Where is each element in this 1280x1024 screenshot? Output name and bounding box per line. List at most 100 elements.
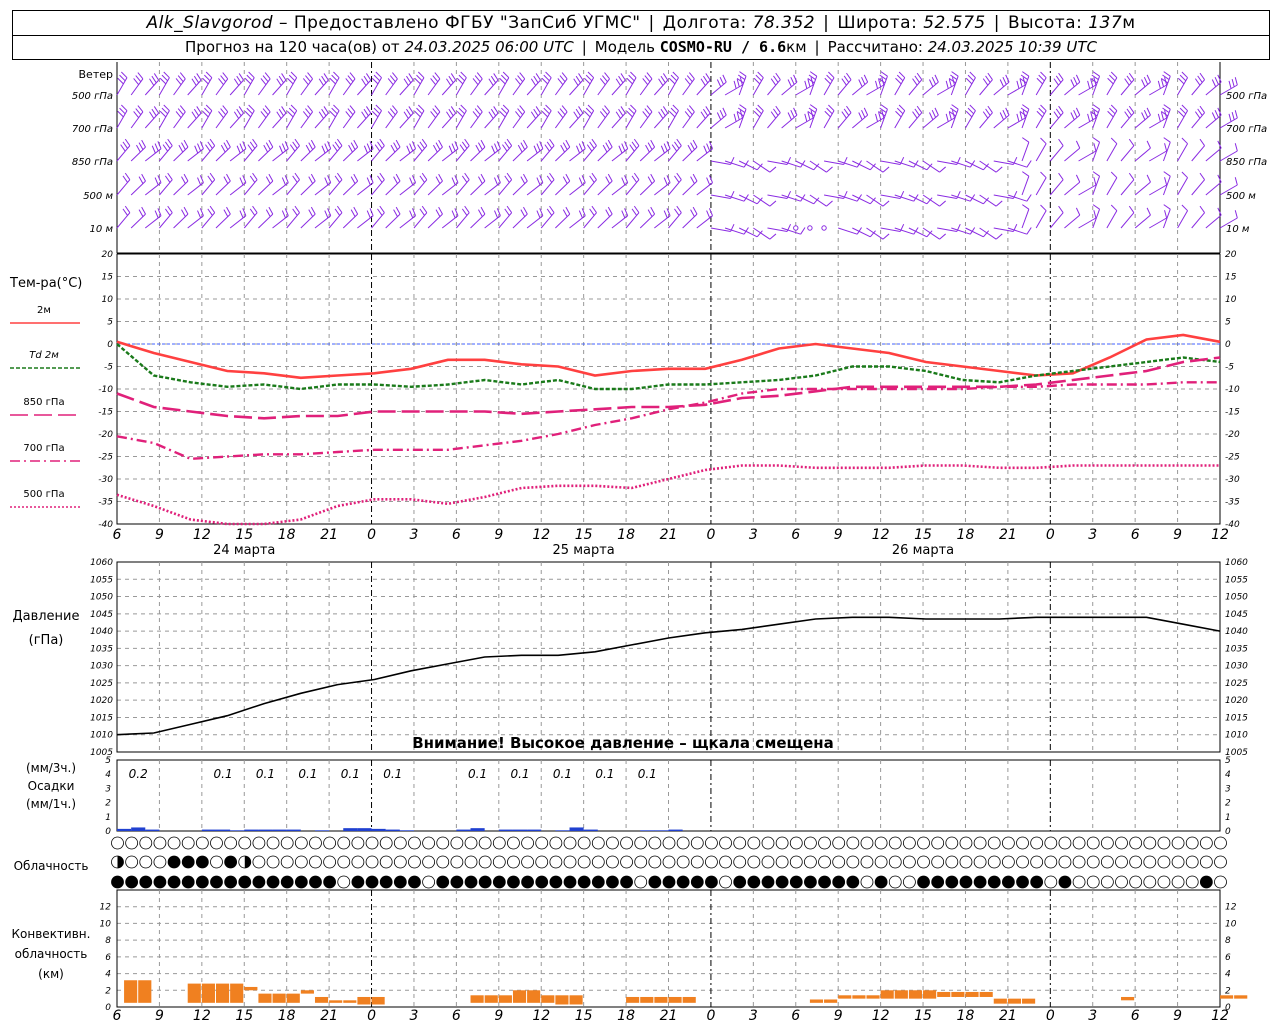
wind-barb-feather [982, 111, 989, 119]
wind-barb-feather [1026, 227, 1032, 235]
wind-barb-feather [122, 175, 128, 183]
wind-barb-feather [647, 142, 653, 150]
temperature-ytick: -10 [98, 385, 113, 395]
cloud-cover-icon [931, 875, 945, 889]
wind-barb-feather [136, 144, 141, 153]
wind-barb-icon [809, 76, 818, 96]
calm-wind-icon [821, 225, 827, 231]
convective-ytick: 2 [105, 986, 111, 996]
wind-barb-feather [135, 108, 142, 116]
wind-barb-feather [417, 71, 425, 79]
wind-barb-feather [549, 205, 555, 213]
wind-barb-icon [455, 110, 467, 129]
cloud-cover-icon [210, 836, 223, 850]
wind-barb-feather [515, 111, 521, 118]
wind-barb-icon [1035, 143, 1047, 162]
wind-barb-feather [826, 74, 833, 82]
wind-barb-feather [417, 104, 425, 112]
wind-barb-feather [138, 142, 144, 150]
wind-barb-icon [456, 212, 470, 229]
cloud-cover-icon [846, 836, 860, 850]
wind-barb-feather [209, 172, 216, 180]
pressure-ytick: 1050 [90, 593, 113, 603]
cloud-cover-icon [902, 855, 916, 869]
wind-barb-icon [1092, 176, 1101, 196]
wind-barb-feather [559, 108, 566, 116]
wind-barb-feather [348, 144, 353, 153]
wind-barb-feather [252, 172, 258, 180]
convective-hour-label: 6 [1131, 1008, 1140, 1024]
wind-barb-icon [342, 78, 356, 96]
cloud-cover-icon [181, 875, 195, 889]
wind-barb-feather [562, 176, 568, 184]
wind-barb-feather [1026, 194, 1032, 202]
precip-bar [272, 829, 287, 831]
wind-barb-feather [448, 75, 454, 84]
wind-level-label-right: 700 гПа [1226, 124, 1267, 135]
precip-bar [555, 830, 570, 831]
wind-barb-icon [611, 148, 629, 162]
convective-hour-label: 15 [575, 1008, 593, 1024]
wind-barb-feather [446, 78, 452, 86]
cloud-cover-icon [478, 836, 492, 850]
wind-barb-icon [229, 182, 247, 196]
wind-barb-feather [244, 77, 252, 85]
wind-barb-feather [965, 110, 973, 118]
convective-cloud-bar [187, 983, 201, 1003]
temperature-ytick: -40 [98, 520, 113, 530]
wind-barb-feather [533, 145, 538, 154]
wind-barb-feather [494, 177, 499, 186]
wind-barb-feather [546, 208, 553, 216]
wind-barb-icon [413, 179, 428, 196]
wind-barb-feather [488, 78, 494, 86]
wind-barb-feather [122, 141, 128, 149]
wind-barb-feather [618, 75, 624, 84]
wind-barb-feather [1020, 74, 1028, 80]
wind-barb-feather [361, 78, 367, 86]
wind-barb-feather [1005, 107, 1010, 116]
wind-barb-icon [922, 160, 940, 173]
wind-barb-icon [1191, 212, 1205, 229]
cloud-cover-icon [309, 875, 322, 889]
cloud-cover-icon [224, 855, 238, 869]
cloud-cover-icon [507, 855, 520, 869]
wind-barb-icon [880, 109, 888, 129]
convective-cloud-bar [498, 995, 512, 1003]
cloud-cover-icon [337, 836, 351, 850]
cloud-cover-icon [804, 875, 817, 889]
wind-barb-icon [512, 78, 526, 96]
wind-barb-feather [120, 71, 128, 79]
wind-barb-feather [987, 72, 993, 80]
convective-cloud-bar [1121, 996, 1135, 1001]
wind-barb-feather [517, 108, 523, 116]
wind-barb-feather [262, 108, 269, 116]
cloud-cover-icon [577, 855, 591, 869]
cloud-cover-icon [591, 875, 605, 889]
wind-barb-feather [153, 106, 160, 114]
wind-barb-feather [448, 145, 453, 154]
wind-barb-feather [244, 110, 252, 118]
temperature-hour-label: 21 [320, 527, 338, 543]
wind-barb-icon [738, 76, 747, 96]
cloud-cover-icon [492, 875, 506, 889]
temperature-ytick: 15 [102, 273, 114, 283]
wind-barb-feather [684, 78, 691, 85]
wind-barb-feather [536, 210, 541, 219]
cloud-cover-icon [139, 836, 153, 850]
wind-barb-feather [1197, 108, 1203, 116]
wind-barb-feather [716, 79, 722, 87]
wind-barb-feather [500, 74, 508, 82]
convective-cloud-bar [937, 991, 951, 997]
wind-barb-feather [193, 75, 200, 84]
wind-barb-icon [130, 180, 146, 196]
wind-barb-feather [1228, 113, 1232, 122]
cloud-cover-icon [1044, 855, 1058, 869]
wind-barb-feather [530, 111, 537, 119]
wind-barb-icon [484, 182, 501, 196]
cloud-cover-icon [945, 875, 959, 889]
wind-barb-feather [618, 145, 623, 154]
temperature-ytick-right: -10 [1225, 385, 1240, 395]
wind-barb-icon [158, 77, 170, 96]
wind-barb-feather [1109, 107, 1116, 115]
wind-barb-feather [1143, 109, 1149, 118]
